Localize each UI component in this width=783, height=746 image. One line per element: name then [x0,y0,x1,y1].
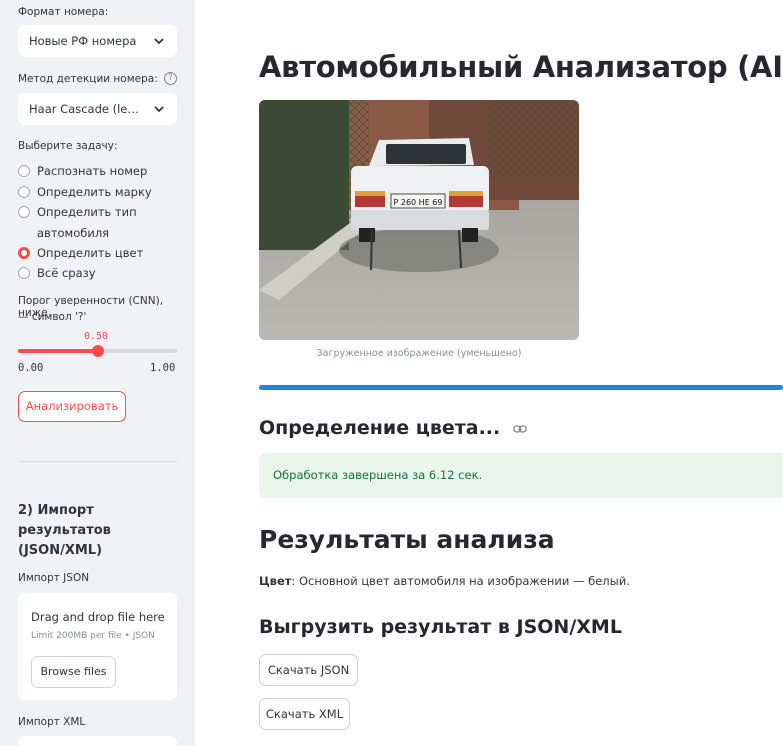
import-header-line: (JSON/XML) [18,543,103,558]
import-header-line: результатов [18,523,111,538]
image-caption: Загруженное изображение (уменьшено) [316,348,522,359]
analyze-button[interactable]: Анализировать [18,391,126,422]
slider-min: 0.00 [18,362,44,374]
section-title: Определение цвета... [259,417,527,439]
result-text: : Основной цвет автомобиля на изображени… [291,574,630,588]
success-message: Обработка завершена за 6.12 сек. [273,468,483,482]
json-file-uploader[interactable]: Drag and drop file here Limit 200MB per … [18,593,177,700]
slider-fill [18,349,98,353]
radio-label: Всё сразу [37,266,96,280]
result-key: Цвет [259,574,292,588]
threshold-slider[interactable] [18,345,177,357]
export-title: Выгрузить результат в JSON/XML [259,616,622,638]
import-xml-label: Импорт XML [18,716,86,728]
section-title-text: Определение цвета... [259,417,501,439]
radio-label: Распознать номер [37,164,148,178]
import-header-line: 2) Импорт [18,503,94,518]
divider [18,461,177,462]
color-result: Цвет: Основной цвет автомобиля на изобра… [259,574,630,588]
radio-label: Определить цвет [37,246,144,260]
download-xml-button[interactable]: Скачать XML [259,698,350,730]
uploaded-car-image: Р 260 НЕ 69 [259,100,579,340]
radio-dot-selected [18,247,30,259]
task-label: Выберите задачу: [18,140,118,152]
chevron-down-icon [154,38,164,45]
radio-label: Определить тип [37,205,137,219]
link-icon[interactable] [513,424,527,434]
download-json-button[interactable]: Скачать JSON [259,654,358,686]
browse-files-button[interactable]: Browse files [31,656,116,688]
progress-bar [259,385,783,390]
import-json-label: Импорт JSON [18,572,90,584]
detect-method-select[interactable]: Haar Cascade (legacy) [18,93,177,125]
uploader-title: Drag and drop file here [31,610,165,624]
radio-dot [18,186,30,198]
radio-label: Определить марку [37,185,152,199]
page-title: Автомобильный Анализатор (AI) [259,50,783,84]
plate-format-value: Новые РФ номера [29,34,137,48]
radio-dot [18,206,30,218]
radio-dot [18,165,30,177]
radio-dot [18,267,30,279]
progress-fill [259,385,783,390]
chevron-down-icon [154,106,164,113]
sidebar: Формат номера: Новые РФ номера Метод дет… [0,0,195,746]
success-alert: Обработка завершена за 6.12 сек. [259,453,783,498]
plate-format-select[interactable]: Новые РФ номера [18,25,177,57]
detect-method-value: Haar Cascade (legacy) [29,102,144,116]
main-content: Автомобильный Анализатор (AI) Р 260 НЕ 6… [195,0,783,746]
detect-method-label: Метод детекции номера: [18,73,158,85]
help-icon[interactable]: ? [164,72,177,85]
threshold-label-2: — символ '?' [18,311,87,323]
slider-thumb[interactable] [91,345,104,357]
import-header: 2) Импорт результатов (JSON/XML) [18,501,168,561]
car-photo: Р 260 НЕ 69 [259,100,579,340]
xml-file-uploader[interactable] [18,736,177,746]
results-title: Результаты анализа [259,525,555,554]
plate-text: Р 260 НЕ 69 [394,198,443,207]
plate-format-label: Формат номера: [18,6,109,18]
slider-max: 1.00 [150,362,176,374]
radio-label: автомобиля [37,226,110,240]
slider-value: 0.50 [84,331,109,342]
uploader-limit: Limit 200MB per file • JSON [31,631,155,641]
